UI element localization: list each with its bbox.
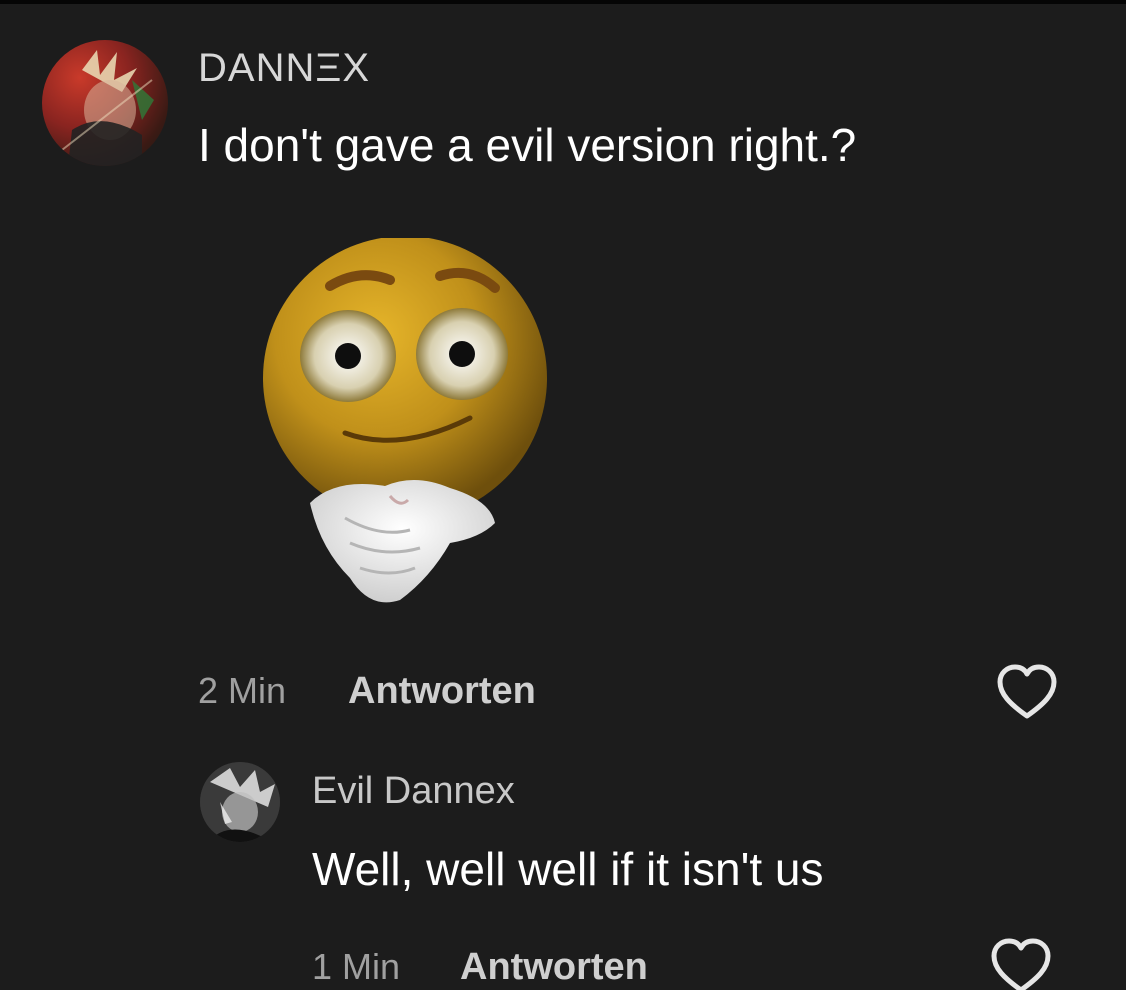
- avatar[interactable]: [42, 40, 168, 166]
- comment-meta: 2 Min Antworten: [198, 666, 536, 716]
- top-edge: [0, 0, 1126, 4]
- reply-avatar[interactable]: [200, 762, 280, 842]
- reply-text: Well, well well if it isn't us: [312, 843, 824, 895]
- reply-meta: 1 Min Antworten: [312, 942, 648, 990]
- heart-outline-icon[interactable]: [996, 664, 1058, 720]
- reply-time: 1 Min: [312, 946, 401, 987]
- reply-username[interactable]: Evil Dannex: [312, 770, 515, 813]
- comment-text: I don't gave a evil version right.?: [198, 119, 857, 171]
- heart-outline-icon[interactable]: [990, 938, 1052, 990]
- avatar-art: [61, 50, 154, 166]
- comment-username[interactable]: DANNΞX: [198, 46, 370, 91]
- reply-avatar-art: [200, 762, 280, 842]
- reply-reply-button[interactable]: Antworten: [460, 946, 648, 989]
- hands-together-smiley-sticker: [250, 236, 570, 628]
- comment-time: 2 Min: [198, 670, 287, 711]
- reply-button[interactable]: Antworten: [348, 670, 536, 713]
